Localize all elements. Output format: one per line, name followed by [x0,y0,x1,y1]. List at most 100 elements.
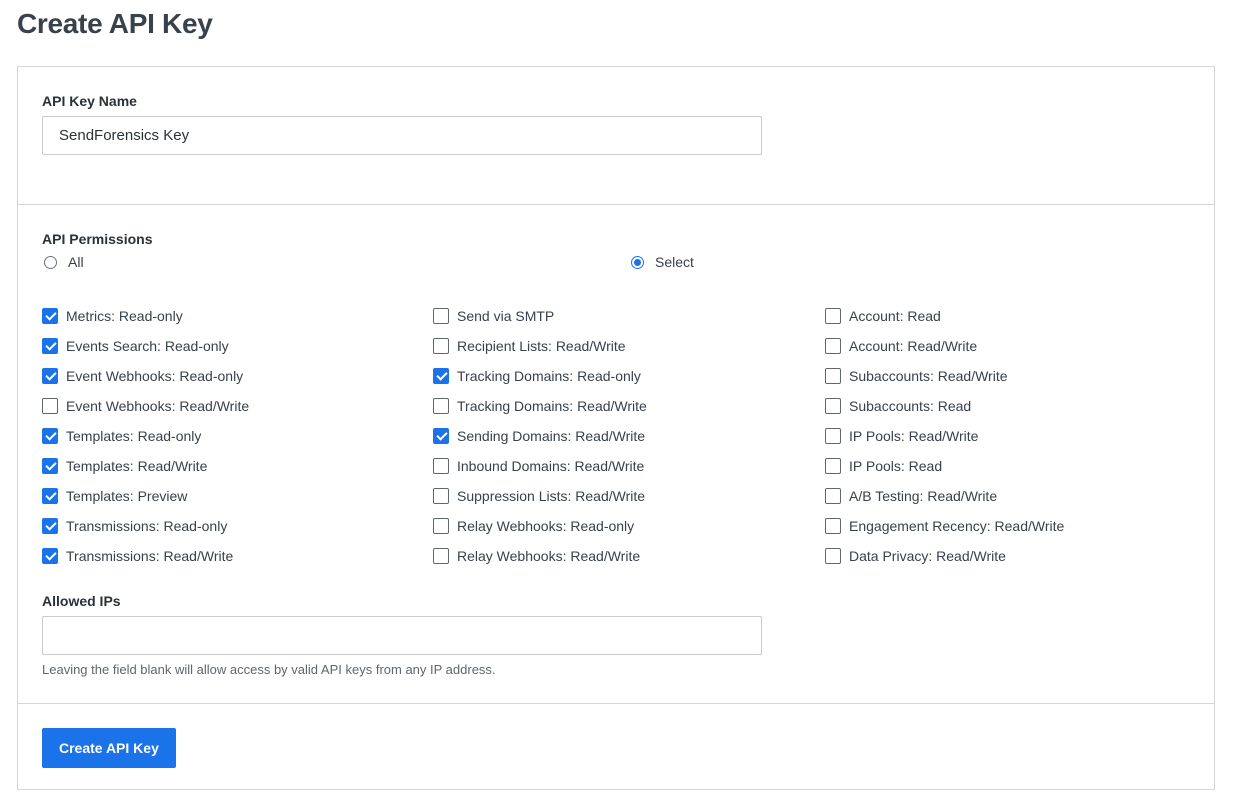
permission-checkbox[interactable] [42,428,58,444]
permission-item[interactable]: Engagement Recency: Read/Write [825,511,1064,541]
allowed-ips-help-text: Leaving the field blank will allow acces… [42,662,496,677]
permission-item[interactable]: IP Pools: Read/Write [825,421,1064,451]
permission-checkbox[interactable] [42,488,58,504]
permission-scope-all[interactable]: All [44,254,84,270]
permission-label: Relay Webhooks: Read-only [457,518,635,534]
permission-label: Metrics: Read-only [66,308,183,324]
permission-checkbox[interactable] [433,308,449,324]
permission-item[interactable]: Events Search: Read-only [42,331,249,361]
permission-label: Sending Domains: Read/Write [457,428,646,444]
permission-checkbox[interactable] [433,428,449,444]
permission-item[interactable]: Data Privacy: Read/Write [825,541,1064,571]
permission-checkbox[interactable] [433,518,449,534]
permission-label: Templates: Read-only [66,428,202,444]
permission-label: Event Webhooks: Read/Write [66,398,250,414]
permission-checkbox[interactable] [825,548,841,564]
permission-item[interactable]: Templates: Read/Write [42,451,249,481]
permission-label: Data Privacy: Read/Write [849,548,1006,564]
permission-item[interactable]: Suppression Lists: Read/Write [433,481,647,511]
permission-checkbox[interactable] [825,398,841,414]
permission-item[interactable]: Recipient Lists: Read/Write [433,331,647,361]
permission-label: Transmissions: Read/Write [66,548,234,564]
permission-item[interactable]: Relay Webhooks: Read/Write [433,541,647,571]
permission-label: Events Search: Read-only [66,338,229,354]
permission-checkbox[interactable] [825,488,841,504]
permission-item[interactable]: Tracking Domains: Read/Write [433,391,647,421]
permissions-column-2: Send via SMTP Recipient Lists: Read/Write… [433,301,647,571]
permission-label: Engagement Recency: Read/Write [849,518,1065,534]
radio-select[interactable] [631,255,644,269]
permission-item[interactable]: Sending Domains: Read/Write [433,421,647,451]
permission-label: Subaccounts: Read [849,398,972,414]
allowed-ips-input[interactable] [42,616,762,655]
permission-label: Send via SMTP [457,308,555,324]
radio-select-label: Select [655,254,694,270]
page-title: Create API Key [17,8,213,39]
permissions-column-1: Metrics: Read-only Events Search: Read-on… [42,301,249,571]
permission-checkbox[interactable] [825,308,841,324]
permission-checkbox[interactable] [825,458,841,474]
permission-label: Inbound Domains: Read/Write [457,458,645,474]
permission-item[interactable]: Transmissions: Read/Write [42,541,249,571]
permission-item[interactable]: Transmissions: Read-only [42,511,249,541]
permission-checkbox[interactable] [433,458,449,474]
api-key-name-label: API Key Name [42,93,137,109]
permission-scope-select[interactable]: Select [631,254,694,270]
permission-item[interactable]: Inbound Domains: Read/Write [433,451,647,481]
permission-label: Account: Read [849,308,941,324]
permission-item[interactable]: Relay Webhooks: Read-only [433,511,647,541]
api-permissions-label: API Permissions [42,231,153,247]
permission-item[interactable]: Subaccounts: Read [825,391,1064,421]
permission-checkbox[interactable] [825,518,841,534]
permission-label: Templates: Read/Write [66,458,208,474]
permission-checkbox[interactable] [42,338,58,354]
permission-item[interactable]: A/B Testing: Read/Write [825,481,1064,511]
permission-checkbox[interactable] [433,398,449,414]
api-key-name-input[interactable] [42,116,762,155]
permission-item[interactable]: IP Pools: Read [825,451,1064,481]
radio-all-label: All [68,254,84,270]
permission-checkbox[interactable] [42,548,58,564]
api-key-name-section: API Key Name [18,67,1214,204]
permission-item[interactable]: Account: Read/Write [825,331,1064,361]
permission-item[interactable]: Templates: Read-only [42,421,249,451]
permission-checkbox[interactable] [825,338,841,354]
permission-label: Event Webhooks: Read-only [66,368,244,384]
permission-checkbox[interactable] [433,368,449,384]
permission-item[interactable]: Account: Read [825,301,1064,331]
permission-item[interactable]: Event Webhooks: Read-only [42,361,249,391]
api-permissions-section: API Permissions All Select Metrics: Read… [18,204,1214,704]
allowed-ips-label: Allowed IPs [42,593,121,609]
permission-item[interactable]: Templates: Preview [42,481,249,511]
permission-label: Relay Webhooks: Read/Write [457,548,641,564]
permission-label: Suppression Lists: Read/Write [457,488,646,504]
permission-item[interactable]: Subaccounts: Read/Write [825,361,1064,391]
radio-all[interactable] [44,255,57,269]
permission-checkbox[interactable] [433,488,449,504]
permission-checkbox[interactable] [433,548,449,564]
permission-label: Account: Read/Write [849,338,978,354]
permissions-column-3: Account: Read Account: Read/Write Subaccou… [825,301,1064,571]
permission-checkbox[interactable] [42,518,58,534]
permission-label: IP Pools: Read/Write [849,428,979,444]
permission-checkbox[interactable] [42,398,58,414]
permission-item[interactable]: Send via SMTP [433,301,647,331]
permission-checkbox[interactable] [42,308,58,324]
permission-item[interactable]: Metrics: Read-only [42,301,249,331]
permission-label: Templates: Preview [66,488,188,504]
permission-label: Subaccounts: Read/Write [849,368,1008,384]
permission-item[interactable]: Tracking Domains: Read-only [433,361,647,391]
permission-checkbox[interactable] [42,458,58,474]
permission-checkbox[interactable] [42,368,58,384]
form-actions: Create API Key [18,703,1214,791]
create-api-key-form: API Key Name API Permissions All Select … [17,66,1215,790]
create-api-key-button[interactable]: Create API Key [42,728,176,768]
permission-checkbox[interactable] [433,338,449,354]
permission-item[interactable]: Event Webhooks: Read/Write [42,391,249,421]
permission-label: Recipient Lists: Read/Write [457,338,626,354]
permission-label: Tracking Domains: Read-only [457,368,641,384]
permission-checkbox[interactable] [825,368,841,384]
permission-label: Transmissions: Read-only [66,518,228,534]
permission-label: IP Pools: Read [849,458,943,474]
permission-checkbox[interactable] [825,428,841,444]
